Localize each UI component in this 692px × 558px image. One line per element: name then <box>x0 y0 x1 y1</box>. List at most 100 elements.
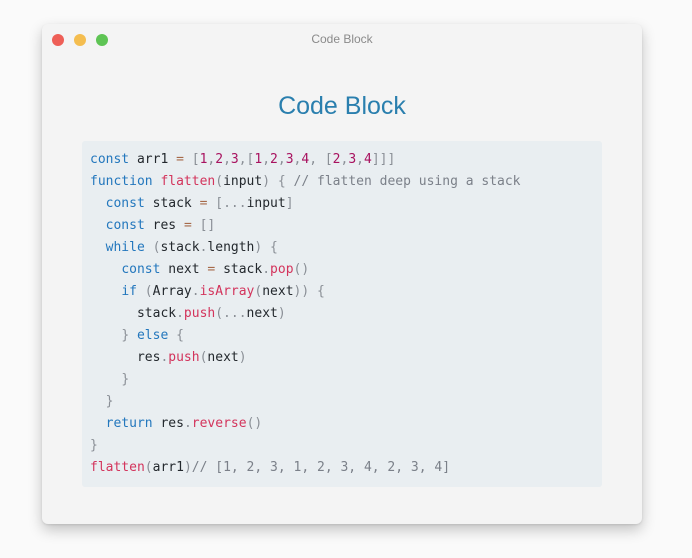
code-punctuation: ( <box>215 174 224 189</box>
code-text: next <box>246 306 278 321</box>
code-text: stack <box>160 240 200 255</box>
code-line: const arr1 = [1,2,3,[1,2,3,4, [2,3,4]]] <box>90 149 602 171</box>
code-text: input <box>246 196 286 211</box>
code-line: const res = [] <box>90 215 602 237</box>
code-number: 2 <box>270 152 278 167</box>
code-punctuation: . <box>183 416 192 431</box>
code-line: } <box>90 435 602 457</box>
code-number: 3 <box>230 152 239 167</box>
code-text: Array <box>152 284 192 299</box>
code-punctuation: , <box>309 152 318 167</box>
code-text: next <box>207 350 239 365</box>
code-punctuation: [] <box>199 218 216 233</box>
code-keyword: else <box>136 328 169 343</box>
code-punctuation: , <box>262 152 271 167</box>
code-text: length <box>207 240 255 255</box>
code-punctuation: ) <box>183 460 192 475</box>
code-line: res.push(next) <box>90 347 602 369</box>
code-function: push <box>183 306 216 321</box>
code-line: const stack = [...input] <box>90 193 602 215</box>
code-text: stack <box>144 196 200 211</box>
code-keyword: return <box>105 416 153 431</box>
code-punctuation: { <box>176 328 184 343</box>
code-text: arr1 <box>152 460 184 475</box>
code-punctuation: { <box>277 174 286 189</box>
code-number: 4 <box>363 152 372 167</box>
code-punctuation: { <box>270 240 278 255</box>
code-comment: // [1, 2, 3, 1, 2, 3, 4, 2, 3, 4] <box>191 460 451 475</box>
code-punctuation: . <box>176 306 184 321</box>
code-line: stack.push(...next) <box>90 303 602 325</box>
code-punctuation: () <box>293 262 310 277</box>
code-function: pop <box>270 262 294 277</box>
code-keyword: const <box>121 262 161 277</box>
code-punctuation: } <box>121 372 130 387</box>
code-punctuation: , <box>356 152 364 167</box>
code-text: next <box>160 262 208 277</box>
code-punctuation: } <box>90 438 98 453</box>
code-content[interactable]: const arr1 = [1,2,3,[1,2,3,4, [2,3,4]]] f… <box>82 141 602 479</box>
code-punctuation: . <box>262 262 271 277</box>
code-keyword: while <box>105 240 145 255</box>
code-punctuation: ,[ <box>238 152 255 167</box>
code-punctuation: ] <box>285 196 294 211</box>
code-punctuation: )) <box>293 284 310 299</box>
code-number: 3 <box>285 152 294 167</box>
code-number: 3 <box>348 152 357 167</box>
code-punctuation: } <box>121 328 130 343</box>
code-function: flatten <box>160 174 216 189</box>
code-text: next <box>262 284 294 299</box>
code-operator: = <box>183 218 192 233</box>
code-line: if (Array.isArray(next)) { <box>90 281 602 303</box>
code-line: return res.reverse() <box>90 413 602 435</box>
code-line: } else { <box>90 325 602 347</box>
code-line: function flatten(input) { // flatten dee… <box>90 171 602 193</box>
code-function: push <box>168 350 200 365</box>
code-text: res <box>90 350 161 365</box>
code-operator: = <box>176 152 184 167</box>
code-text: res <box>144 218 184 233</box>
code-text: stack <box>215 262 263 277</box>
code-text: arr1 <box>129 152 177 167</box>
code-punctuation: ( <box>144 284 153 299</box>
code-text: stack <box>90 306 177 321</box>
code-keyword: function <box>90 174 153 189</box>
title-bar[interactable]: Code Block <box>42 24 642 56</box>
code-punctuation: () <box>246 416 263 431</box>
code-number: 2 <box>215 152 224 167</box>
app-window: Code Block Code Block const arr1 = [1,2,… <box>42 24 642 524</box>
code-punctuation: [ <box>191 152 200 167</box>
code-punctuation: , <box>277 152 286 167</box>
code-line: } <box>90 369 602 391</box>
code-block[interactable]: const arr1 = [1,2,3,[1,2,3,4, [2,3,4]]] f… <box>82 141 602 487</box>
code-punctuation: ]]] <box>371 152 396 167</box>
code-keyword: if <box>121 284 137 299</box>
code-punctuation: ) <box>238 350 247 365</box>
code-number: 4 <box>301 152 310 167</box>
code-punctuation: ) <box>277 306 286 321</box>
page-heading: Code Block <box>278 92 406 120</box>
code-line: const next = stack.pop() <box>90 259 602 281</box>
code-line: while (stack.length) { <box>90 237 602 259</box>
code-punctuation: [... <box>215 196 247 211</box>
code-punctuation: { <box>317 284 325 299</box>
code-function: reverse <box>191 416 247 431</box>
code-text: input <box>223 174 263 189</box>
code-line: flatten(arr1)// [1, 2, 3, 1, 2, 3, 4, 2,… <box>90 457 602 479</box>
